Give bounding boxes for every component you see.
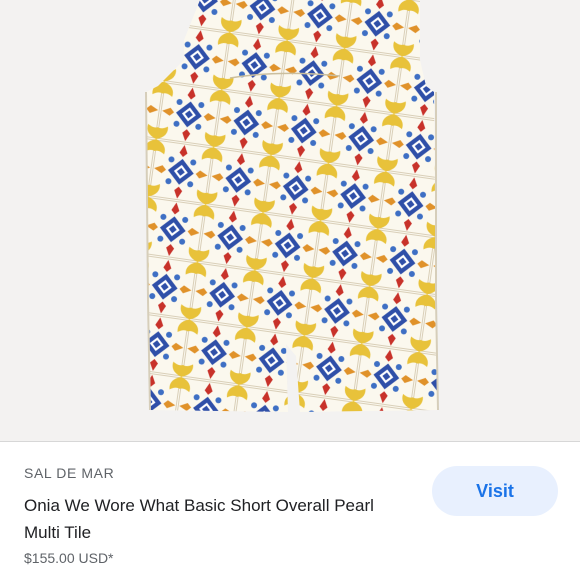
product-info-panel: SAL DE MAR Onia We Wore What Basic Short… <box>0 442 580 580</box>
product-card: SAL DE MAR Onia We Wore What Basic Short… <box>0 0 580 580</box>
visit-button[interactable]: Visit <box>432 466 558 516</box>
product-title[interactable]: Onia We Wore What Basic Short Overall Pe… <box>24 492 404 546</box>
product-image <box>0 0 580 441</box>
product-price: $155.00 USD* <box>24 550 114 566</box>
brand-name: SAL DE MAR <box>24 465 115 481</box>
product-image-area[interactable] <box>0 0 580 442</box>
